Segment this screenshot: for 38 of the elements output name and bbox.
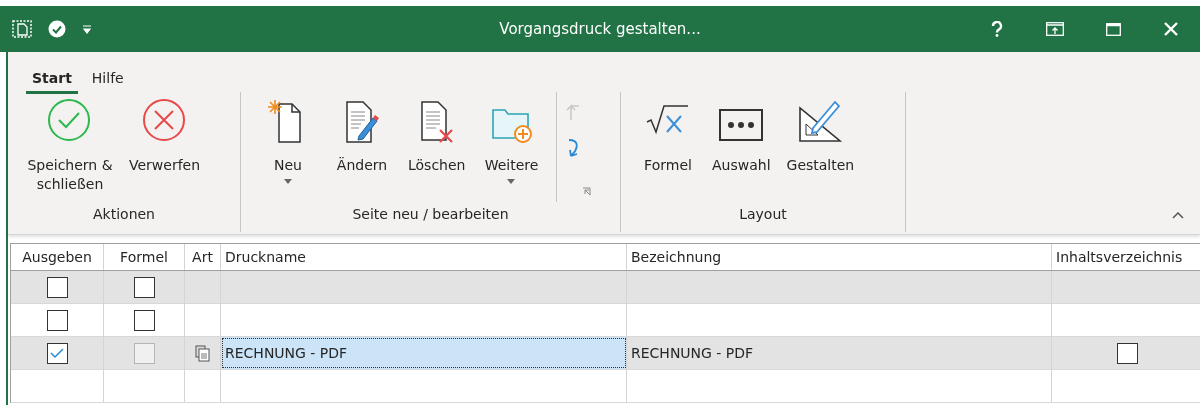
group-label: Seite neu / bearbeiten	[351, 205, 510, 224]
ribbon-button[interactable]: Auswahl	[707, 92, 776, 175]
dialog-launcher[interactable]	[582, 186, 592, 196]
help-icon	[991, 21, 1003, 37]
window-title: Vorgangsdruck gestalten...	[498, 18, 702, 40]
maximize-icon	[1105, 22, 1121, 36]
checkbox[interactable]	[46, 309, 68, 331]
collapse-ribbon-button[interactable]	[1172, 210, 1186, 220]
ribbon-tab[interactable]: Hilfe	[85, 66, 130, 94]
ribbon-button[interactable]: Formel	[635, 92, 701, 175]
table-cell-text: RECHNUNG - PDF	[630, 343, 754, 363]
ribbon-button[interactable]: Ändern	[329, 92, 395, 175]
ribbon-button[interactable]: Weitere	[478, 92, 545, 184]
checkbox[interactable]	[46, 342, 68, 364]
ribbon-button[interactable]: Löschen	[403, 92, 471, 175]
x-circle-icon	[141, 98, 188, 144]
ribbon-button[interactable]: Gestalten	[781, 92, 860, 175]
table-cell-text: RECHNUNG - PDF	[224, 343, 348, 363]
checkbox[interactable]	[1116, 342, 1138, 364]
triangle-ruler-pencil-icon	[797, 98, 844, 144]
customize-icon	[82, 24, 92, 34]
check-circle-icon	[47, 98, 93, 144]
ribbon-button[interactable]: Neu	[255, 92, 321, 184]
checkbox[interactable]	[46, 276, 68, 298]
chevron-up-icon	[1172, 211, 1184, 219]
ribbon-button[interactable]: Verwerfen	[124, 92, 206, 175]
checkmark-icon	[50, 347, 64, 359]
launcher-icon	[582, 186, 591, 196]
group-label: Layout	[738, 205, 788, 224]
checkbox[interactable]	[133, 309, 155, 331]
ribbon-tab[interactable]: Start	[26, 66, 78, 94]
ribbon-button[interactable]: Speichern & schließen	[22, 92, 118, 194]
checkbox[interactable]	[133, 276, 155, 298]
close-icon	[1164, 22, 1178, 36]
check-circle-icon	[48, 20, 66, 38]
document-icon	[12, 20, 32, 38]
window-icon	[1046, 22, 1064, 36]
group-label: Aktionen	[92, 205, 156, 224]
